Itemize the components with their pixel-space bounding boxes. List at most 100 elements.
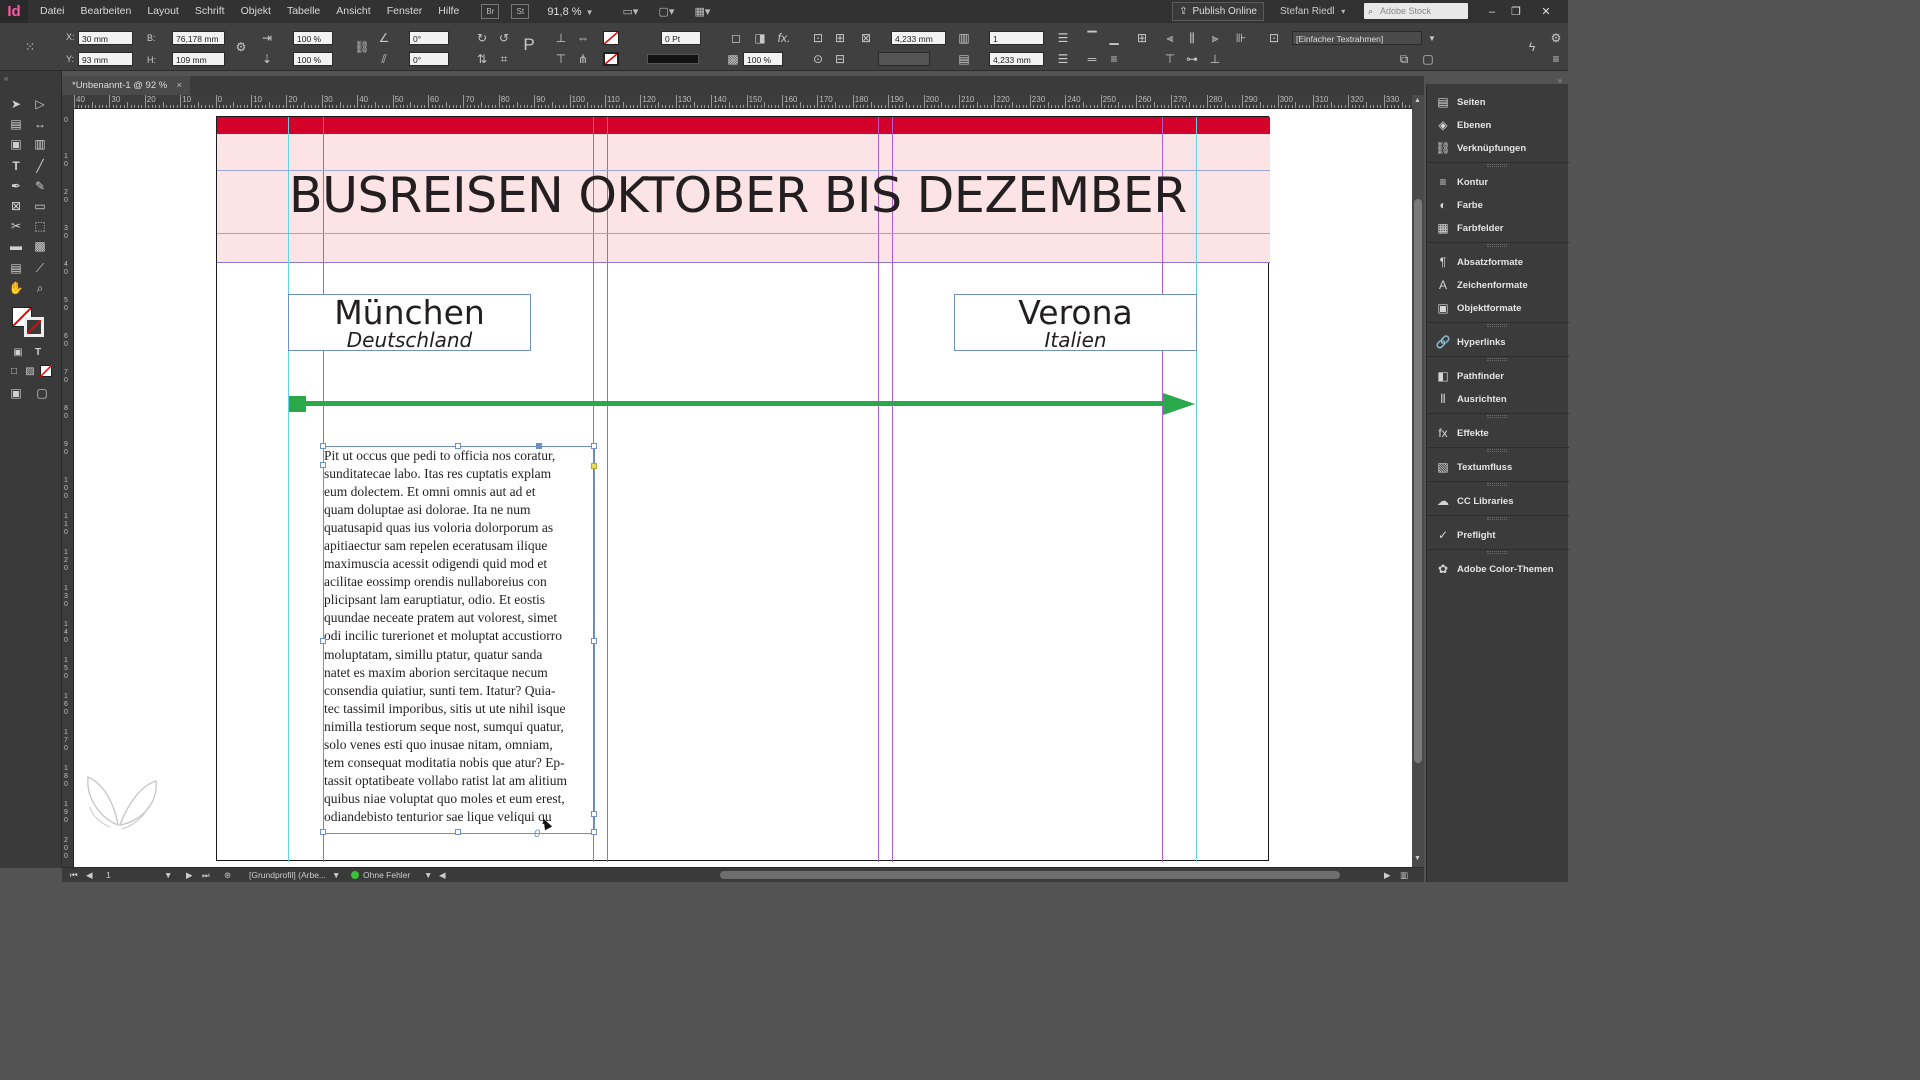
overset-text-marker[interactable]: 0: [534, 828, 540, 840]
scroll-right-icon[interactable]: ▶: [1384, 868, 1391, 882]
scroll-up-icon[interactable]: ▲: [1414, 97, 1421, 104]
menu-item-tabelle[interactable]: Tabelle: [279, 0, 328, 23]
selection-tool-icon[interactable]: ➤: [6, 95, 26, 113]
resize-handle[interactable]: [320, 462, 326, 468]
rotate-ccw-icon[interactable]: ↺: [496, 30, 512, 46]
tab-document[interactable]: *Unbenannt-1 @ 92 % ×: [62, 76, 190, 95]
reference-point-icon[interactable]: ⁙: [22, 39, 38, 55]
vertical-align-center-icon[interactable]: ═: [1084, 51, 1100, 67]
gutter-field[interactable]: 4,233 mm: [989, 52, 1044, 66]
zoom-tool-icon[interactable]: ⌕: [30, 279, 50, 297]
chevron-down-icon[interactable]: ▼: [424, 868, 432, 882]
document-page[interactable]: BUSREISEN OKTOBER BIS DEZEMBER München D…: [216, 116, 1270, 862]
horizontal-scroll-thumb[interactable]: [720, 871, 1340, 879]
panel-grip-icon[interactable]: [1487, 358, 1507, 361]
gradient-feather-tool-icon[interactable]: ▩: [30, 237, 50, 255]
vertical-justify-icon[interactable]: ≡: [1106, 51, 1122, 67]
align-top-edges-icon[interactable]: ⊤: [1162, 51, 1178, 67]
panel-grip-icon[interactable]: [1487, 324, 1507, 327]
align-top-icon[interactable]: ☰: [1055, 30, 1071, 46]
lightning-icon[interactable]: ϟ: [1524, 39, 1540, 55]
center-content-icon[interactable]: ⊙: [810, 51, 826, 67]
direct-selection-tool-icon[interactable]: ▷: [30, 95, 50, 113]
vertical-ruler[interactable]: 0 10 20 30 40 50 60 70 80 90 100 110 120 130 140 150 160…: [62, 109, 74, 867]
link-scale-icon[interactable]: ⛓: [354, 39, 370, 55]
pencil-tool-icon[interactable]: ✎: [30, 177, 50, 195]
x-position-field[interactable]: 30 mm: [78, 31, 133, 45]
rectangle-tool-icon[interactable]: ▭: [30, 197, 50, 215]
screen-mode-icon[interactable]: ▢▾: [653, 4, 679, 20]
user-account[interactable]: Stefan Riedl ▾: [1280, 0, 1345, 23]
route-arrow-line[interactable]: [298, 401, 1168, 406]
scroll-down-icon[interactable]: ▼: [1414, 855, 1421, 862]
vertical-scroll-thumb[interactable]: [1414, 199, 1422, 763]
minimize-button[interactable]: –: [1480, 0, 1504, 23]
panel-preflight[interactable]: ✓ Preflight: [1435, 525, 1567, 545]
last-page-icon[interactable]: ⏭: [202, 868, 210, 882]
resize-handle[interactable]: [455, 829, 461, 835]
panel-grip-icon[interactable]: [1487, 415, 1507, 418]
vertical-align-top-icon[interactable]: ▔: [1084, 30, 1100, 46]
panel-grip-icon[interactable]: [1487, 449, 1507, 452]
menu-item-hilfe[interactable]: Hilfe: [430, 0, 467, 23]
panel-textumfluss[interactable]: ▧ Textumfluss: [1435, 457, 1567, 477]
select-container-icon[interactable]: ⌗: [496, 51, 512, 67]
panel-verknüpfungen[interactable]: ⛓ Verknüpfungen: [1435, 138, 1567, 158]
panel-ausrichten[interactable]: ⫴ Ausrichten: [1435, 389, 1567, 409]
collapse-panels-icon[interactable]: »: [1558, 76, 1562, 85]
panel-absatzformate[interactable]: ¶ Absatzformate: [1435, 252, 1567, 272]
chevron-down-icon[interactable]: ▼: [332, 868, 340, 882]
close-icon[interactable]: ×: [176, 76, 182, 95]
panel-objektformate[interactable]: ▣ Objektformate: [1435, 298, 1567, 318]
panel-grip-icon[interactable]: [1487, 164, 1507, 167]
panel-zeichenformate[interactable]: A Zeichenformate: [1435, 275, 1567, 295]
rotate-field[interactable]: 0°: [409, 31, 449, 45]
align-dropdown[interactable]: [878, 52, 930, 66]
view-options-icon[interactable]: ▭▾: [617, 4, 643, 20]
gap-tool-icon[interactable]: ↔: [30, 115, 50, 133]
constrain-proportions-icon[interactable]: ⚙: [233, 39, 249, 55]
panel-grip-icon[interactable]: [1487, 551, 1507, 554]
opacity-field[interactable]: 100 %: [743, 52, 783, 66]
x-stepper-icon[interactable]: [68, 30, 76, 44]
city-box-verona[interactable]: Verona Italien: [954, 294, 1197, 351]
ruler-origin[interactable]: [62, 95, 74, 109]
panel-options-icon[interactable]: ▢: [1420, 51, 1436, 67]
resize-handle[interactable]: [320, 443, 326, 449]
panel-grip-icon[interactable]: [1487, 244, 1507, 247]
resize-handle[interactable]: [591, 443, 597, 449]
menu-item-ansicht[interactable]: Ansicht: [328, 0, 378, 23]
pasteboard[interactable]: BUSREISEN OKTOBER BIS DEZEMBER München D…: [74, 109, 1412, 867]
zoom-level[interactable]: 91,8 % ▼: [547, 6, 593, 18]
fill-frame-icon[interactable]: ⊟: [832, 51, 848, 67]
panel-grip-icon[interactable]: [1487, 483, 1507, 486]
page-number-field[interactable]: 1: [106, 868, 111, 882]
normal-mode-icon[interactable]: ▣: [6, 384, 26, 402]
free-transform-tool-icon[interactable]: ⬚: [30, 217, 50, 235]
align-right-edges-icon[interactable]: ⫸: [1207, 30, 1223, 46]
distribute-icon[interactable]: ⋔: [575, 51, 591, 67]
select-next-icon[interactable]: ⊥: [553, 30, 569, 46]
arrange-documents-icon[interactable]: ▦▾: [689, 4, 715, 20]
stock-button[interactable]: St: [511, 4, 530, 19]
split-layout-icon[interactable]: ▥: [1400, 868, 1408, 882]
in-port-handle[interactable]: [536, 443, 542, 449]
fx-icon[interactable]: fx.: [776, 30, 792, 46]
hamburger-menu-icon[interactable]: ≡: [1548, 51, 1564, 67]
y-position-field[interactable]: 93 mm: [78, 52, 133, 66]
distribute-options-icon[interactable]: ⊪: [1233, 30, 1249, 46]
publish-online-button[interactable]: ⇪ Publish Online: [1172, 2, 1264, 21]
route-arrow-head-icon[interactable]: [1163, 393, 1195, 415]
preview-mode-icon[interactable]: ▢: [32, 384, 52, 402]
hand-tool-icon[interactable]: ✋: [6, 279, 26, 297]
column-count-field[interactable]: 1: [989, 31, 1044, 45]
drop-shadow-icon[interactable]: ◻: [728, 30, 744, 46]
flip-icon[interactable]: ⇅: [474, 51, 490, 67]
auto-fit-icon[interactable]: ⊞: [1134, 30, 1150, 46]
next-page-icon[interactable]: ▶: [186, 868, 193, 882]
horizontal-ruler[interactable]: 40 30 20 10 0 10 20 30 40 50 60 70 80 90 100 110 120 130 1…: [74, 95, 1412, 109]
object-style-dropdown[interactable]: [Einfacher Textrahmen]: [1292, 31, 1422, 45]
resize-handle[interactable]: [591, 829, 597, 835]
formatting-text-icon[interactable]: T: [28, 343, 48, 361]
scale-x-field[interactable]: 100 %: [293, 31, 333, 45]
